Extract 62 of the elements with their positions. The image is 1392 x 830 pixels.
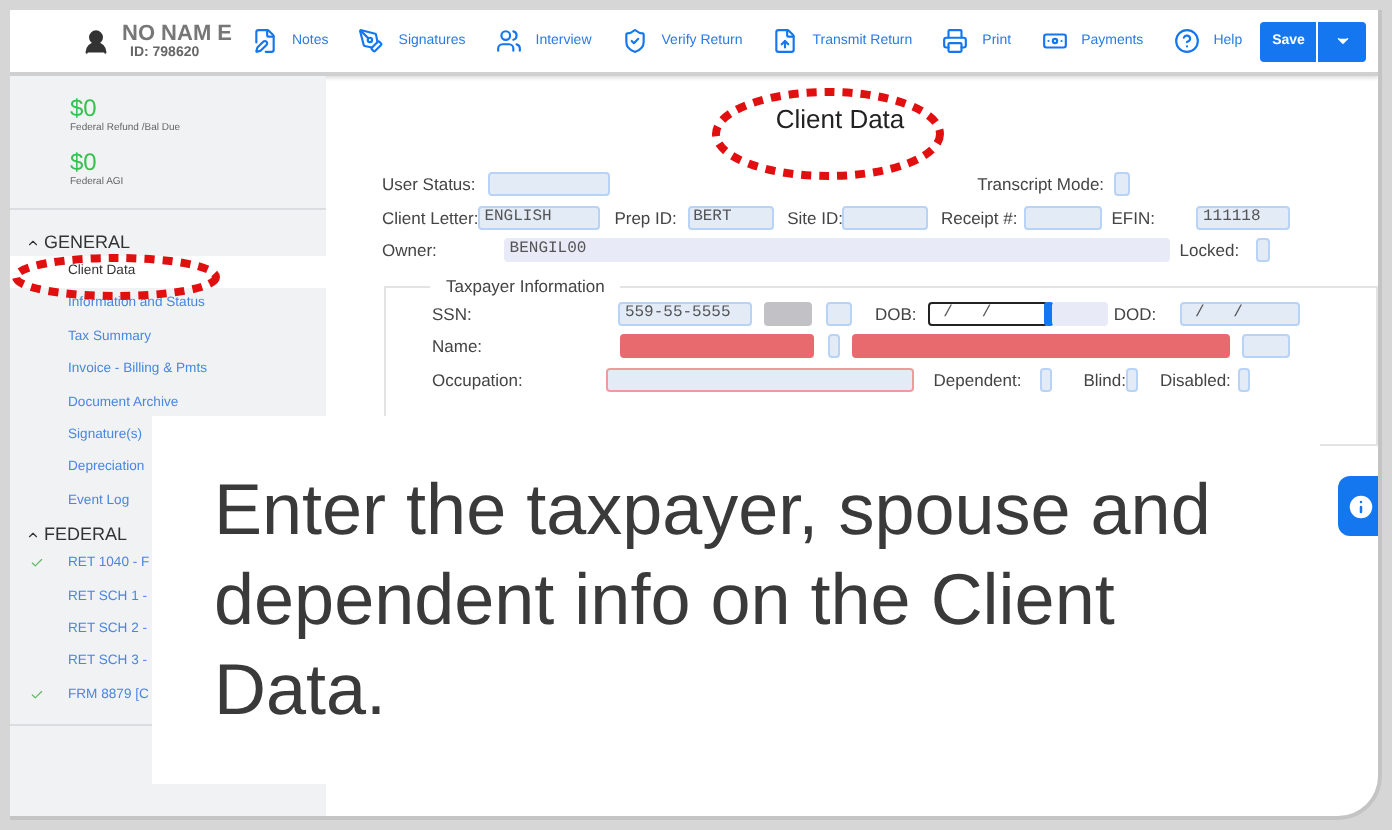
input-field[interactable] — [620, 334, 815, 359]
input-field[interactable] — [605, 367, 914, 392]
info-button[interactable] — [1338, 476, 1378, 536]
field-label: Name: — [432, 336, 483, 357]
panel-legend: Taxpayer Information — [430, 275, 621, 295]
input-field[interactable]: BERT — [687, 205, 774, 230]
checkbox[interactable] — [1238, 367, 1251, 392]
checkbox[interactable] — [1039, 367, 1052, 392]
input-field[interactable] — [487, 172, 610, 197]
field-label: EFIN: — [1111, 207, 1155, 228]
summary-amount: $0 — [70, 94, 99, 122]
checkbox[interactable] — [1256, 238, 1271, 263]
summary-amount: $0 — [70, 148, 99, 176]
page-title: Client Data — [773, 104, 907, 134]
save-options-button[interactable] — [1318, 21, 1366, 61]
input-field[interactable] — [842, 205, 929, 230]
field-label: Dependent: — [933, 369, 1022, 390]
caret-icon — [1333, 32, 1352, 50]
checkbox[interactable] — [1125, 367, 1138, 392]
date-field[interactable]: / / — [927, 301, 1048, 326]
input-field[interactable]: / / — [1179, 301, 1300, 326]
field-label: DOD: — [1113, 303, 1157, 324]
field-label: DOB: — [874, 303, 917, 324]
notes-icon — [251, 28, 278, 54]
money-icon — [1041, 28, 1068, 54]
input-field[interactable] — [852, 334, 1231, 359]
input-field[interactable]: BENGIL00 — [503, 238, 1170, 263]
file-upload-icon — [772, 28, 799, 54]
printer-icon — [942, 28, 969, 54]
client-name: NO NAM E — [122, 22, 232, 46]
field-label: Disabled: — [1159, 369, 1231, 390]
help-icon — [1173, 28, 1200, 54]
input-field[interactable] — [1242, 334, 1291, 359]
chevron-up-icon — [26, 527, 40, 542]
shield-check-icon — [621, 28, 648, 54]
input-field[interactable]: 111118 — [1196, 205, 1291, 230]
input-field[interactable] — [828, 334, 841, 359]
person-icon — [82, 27, 110, 55]
field-label: Occupation: — [432, 369, 523, 390]
field-label: SSN: — [432, 303, 472, 324]
field-label: Client Letter: — [382, 207, 479, 228]
section-header[interactable]: FEDERAL — [10, 518, 128, 549]
pen-icon — [358, 28, 385, 54]
field-label: Receipt #: — [940, 207, 1018, 228]
info-icon — [1345, 491, 1375, 521]
field-label: Site ID: — [787, 207, 843, 228]
field-label: Blind: — [1083, 369, 1126, 390]
input-field[interactable]: ENGLISH — [478, 205, 601, 230]
people-icon — [495, 28, 522, 54]
input-field[interactable] — [764, 301, 813, 326]
field-label: Locked: — [1179, 240, 1240, 261]
field-label: Owner: — [382, 240, 437, 261]
input-field[interactable] — [826, 301, 853, 326]
input-field[interactable] — [1023, 205, 1102, 230]
callout-text: Enter the taxpayer, spouse and dependent info on the Client Data. — [214, 466, 1213, 734]
field-label: User Status: — [382, 174, 476, 195]
field-label: Transcript Mode: — [977, 174, 1105, 195]
section-header[interactable]: GENERAL — [10, 226, 131, 256]
input-field[interactable]: 559-55-5555 — [618, 301, 753, 326]
chevron-up-icon — [26, 235, 40, 249]
checkbox[interactable] — [1114, 172, 1131, 197]
field-label: Prep ID: — [614, 207, 677, 228]
